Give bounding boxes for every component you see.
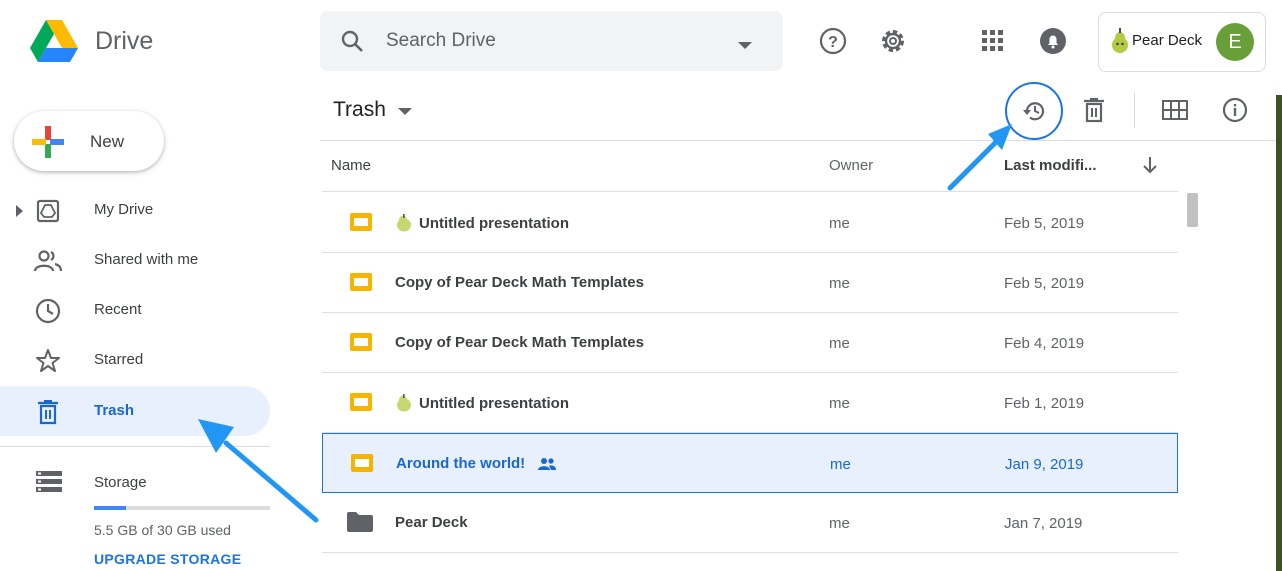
- sort-arrow-down-icon[interactable]: [1142, 156, 1158, 179]
- window-edge: [1276, 95, 1282, 571]
- file-last-modified: Feb 5, 2019: [1004, 275, 1085, 292]
- slides-file-icon: [350, 393, 372, 416]
- search-input[interactable]: [386, 27, 726, 55]
- file-owner: me: [829, 515, 850, 532]
- file-name-text: Pear Deck: [395, 514, 468, 531]
- toolbar-separator: [1134, 92, 1135, 128]
- file-name-text: Around the world!: [396, 455, 526, 472]
- notifications-bell-icon[interactable]: [1035, 23, 1071, 59]
- slides-file-icon: [350, 213, 372, 236]
- file-name: Untitled presentation: [395, 214, 569, 232]
- clock-icon: [34, 297, 62, 325]
- title-dropdown-caret-icon[interactable]: [398, 103, 412, 121]
- file-name: Pear Deck: [395, 514, 468, 531]
- search-icon[interactable]: [340, 29, 364, 58]
- sidebar-item-shared-with-me[interactable]: Shared with me: [0, 235, 270, 285]
- column-header-last-modified[interactable]: Last modifi...: [1004, 157, 1097, 174]
- file-last-modified: Feb 5, 2019: [1004, 215, 1085, 232]
- sidebar-item-label: My Drive: [94, 201, 154, 218]
- file-row[interactable]: Pear Deck me Jan 7, 2019: [322, 493, 1178, 553]
- file-last-modified: Feb 4, 2019: [1004, 335, 1085, 352]
- account-panel[interactable]: Pear Deck E: [1098, 12, 1266, 72]
- my-drive-icon: [34, 197, 62, 225]
- storage-used-text: 5.5 GB of 30 GB used: [94, 522, 231, 538]
- plus-icon: [32, 126, 64, 163]
- file-name: Copy of Pear Deck Math Templates: [395, 274, 644, 291]
- file-last-modified: Jan 7, 2019: [1004, 515, 1083, 532]
- file-owner: me: [829, 275, 850, 292]
- sidebar-item-starred[interactable]: Starred: [0, 335, 270, 385]
- sidebar-item-label: Starred: [94, 351, 144, 368]
- pear-deck-label: Pear Deck: [1132, 32, 1203, 49]
- help-icon[interactable]: ?: [815, 23, 851, 59]
- new-button[interactable]: New: [14, 111, 164, 171]
- upgrade-storage-link[interactable]: UPGRADE STORAGE: [94, 551, 241, 567]
- file-row[interactable]: Copy of Pear Deck Math Templates me Feb 5,…: [322, 253, 1178, 313]
- slides-file-icon: [351, 454, 373, 477]
- grid-view-icon[interactable]: [1157, 92, 1193, 128]
- file-name-text: Copy of Pear Deck Math Templates: [395, 274, 644, 291]
- sidebar-item-label: Recent: [94, 301, 142, 318]
- sidebar-item-label: Trash: [94, 402, 135, 419]
- file-owner: me: [829, 335, 850, 352]
- file-row[interactable]: Around the world! me Jan 9, 2019: [322, 433, 1178, 493]
- file-name: Copy of Pear Deck Math Templates: [395, 334, 644, 351]
- file-name-text: Untitled presentation: [419, 394, 570, 412]
- column-header-owner[interactable]: Owner: [829, 157, 873, 174]
- slides-file-icon: [350, 273, 372, 296]
- search-options-caret-icon[interactable]: [738, 37, 752, 55]
- toolbar-divider: [320, 140, 1282, 141]
- file-name-text: Untitled presentation: [419, 214, 570, 232]
- storage-progress-bar: [94, 506, 270, 510]
- storage-progress-fill: [94, 506, 126, 510]
- sidebar-item-trash[interactable]: Trash: [0, 386, 270, 436]
- delete-forever-icon[interactable]: [1076, 92, 1112, 128]
- folder-icon: [347, 512, 373, 537]
- restore-history-icon[interactable]: [1016, 93, 1052, 129]
- page-title[interactable]: Trash: [333, 98, 386, 122]
- pear-icon: [395, 394, 413, 412]
- column-header-name[interactable]: Name: [331, 157, 371, 174]
- people-icon: [34, 247, 62, 275]
- file-row[interactable]: Untitled presentation me Feb 5, 2019: [322, 193, 1178, 253]
- file-last-modified: Jan 9, 2019: [1005, 456, 1084, 473]
- avatar[interactable]: E: [1216, 23, 1254, 61]
- search-bar[interactable]: [320, 11, 783, 71]
- drive-logo-icon: [30, 20, 78, 62]
- new-button-label: New: [90, 132, 125, 151]
- pear-deck-logo-icon: [1111, 28, 1129, 59]
- storage-label[interactable]: Storage: [94, 474, 147, 491]
- settings-gear-icon[interactable]: [875, 23, 911, 59]
- pear-icon: [395, 214, 413, 232]
- expand-arrow-icon[interactable]: [16, 204, 23, 222]
- storage-icon: [36, 471, 62, 498]
- sidebar-item-recent[interactable]: Recent: [0, 285, 270, 335]
- file-row[interactable]: Untitled presentation me Feb 1, 2019: [322, 373, 1178, 433]
- file-owner: me: [829, 215, 850, 232]
- header-divider: [322, 191, 1178, 192]
- file-owner: me: [830, 456, 851, 473]
- app-name: Drive: [95, 27, 154, 55]
- file-row[interactable]: Copy of Pear Deck Math Templates me Feb 4,…: [322, 313, 1178, 373]
- file-name: Around the world!: [396, 455, 557, 472]
- file-name-text: Copy of Pear Deck Math Templates: [395, 334, 644, 351]
- trash-icon: [34, 398, 62, 426]
- info-icon[interactable]: [1217, 92, 1253, 128]
- file-name: Untitled presentation: [395, 394, 569, 412]
- svg-text:?: ?: [828, 34, 838, 51]
- scrollbar-thumb[interactable]: [1187, 193, 1198, 227]
- drive-logo[interactable]: [30, 20, 78, 64]
- sidebar-divider: [0, 446, 270, 447]
- file-last-modified: Feb 1, 2019: [1004, 395, 1085, 412]
- star-icon: [34, 347, 62, 375]
- slides-file-icon: [350, 333, 372, 356]
- shared-people-icon: [537, 457, 557, 471]
- sidebar-item-my-drive[interactable]: My Drive: [0, 185, 270, 235]
- sidebar-item-label: Shared with me: [94, 251, 199, 268]
- apps-grid-icon[interactable]: [975, 23, 1011, 59]
- file-owner: me: [829, 395, 850, 412]
